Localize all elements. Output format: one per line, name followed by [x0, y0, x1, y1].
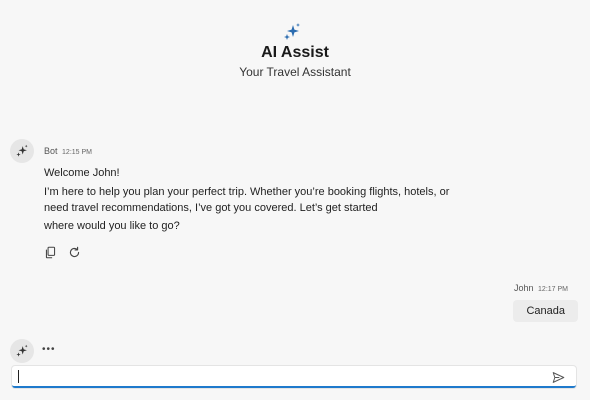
- regenerate-button[interactable]: [66, 244, 82, 260]
- bot-avatar: [10, 139, 34, 163]
- message-composer: [12, 366, 576, 388]
- user-message-meta: John 12:17 PM: [514, 283, 568, 293]
- copy-button[interactable]: [42, 244, 58, 260]
- app-subtitle: Your Travel Assistant: [239, 65, 351, 79]
- text-cursor: [18, 370, 19, 383]
- sparkle-icon: [16, 344, 28, 357]
- bot-message-line: need travel recommendations, I’ve got yo…: [44, 202, 378, 214]
- send-icon: [552, 371, 564, 383]
- message-input[interactable]: [18, 367, 538, 386]
- sparkle-icon: [282, 22, 302, 42]
- bot-message-line: I’m here to help you plan your perfect t…: [44, 186, 450, 198]
- bot-message-line: Welcome John!: [44, 167, 120, 179]
- user-message-bubble: Canada: [513, 300, 578, 322]
- sparkle-icon: [16, 144, 28, 157]
- bot-message-time: 12:15 PM: [62, 149, 92, 156]
- user-sender-name: John: [513, 283, 534, 293]
- bot-sender-name: Bot: [44, 146, 58, 156]
- refresh-icon: [69, 246, 79, 257]
- bot-message-line: where would you like to go?: [44, 220, 180, 232]
- app-title: AI Assist: [261, 44, 329, 61]
- user-message-time: 12:17 PM: [538, 286, 568, 293]
- bot-message-meta: Bot 12:15 PM: [44, 146, 92, 156]
- copy-icon: [45, 246, 55, 258]
- send-button[interactable]: [550, 369, 566, 385]
- chat-header: AI Assist Your Travel Assistant: [0, 0, 590, 90]
- bot-avatar: [10, 339, 34, 363]
- typing-indicator: •••: [42, 344, 56, 355]
